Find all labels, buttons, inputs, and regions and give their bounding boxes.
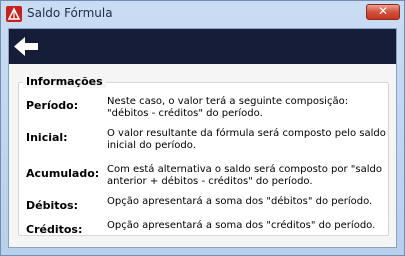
close-button[interactable]: ✕ [366, 4, 400, 20]
info-group-title: Informações [23, 75, 106, 88]
dialog-content: Informações Período: Neste caso, o valor… [8, 28, 397, 248]
close-icon: ✕ [377, 4, 389, 18]
desc-inicial: O valor resultante da fórmula será compo… [107, 128, 386, 151]
desc-creditos: Opção apresentará a soma dos "créditos" … [107, 220, 376, 231]
app-logo-icon [6, 6, 22, 22]
desc-debitos: Opção apresentará a soma dos "débitos" d… [107, 196, 373, 207]
window-title: Saldo Fórmula [27, 6, 113, 20]
label-periodo: Período: [26, 99, 79, 112]
label-debitos: Débitos: [26, 199, 78, 212]
nav-bar [9, 29, 396, 64]
dialog-window: Saldo Fórmula ✕ Informações Período: Nes… [0, 0, 405, 256]
label-creditos: Créditos: [26, 223, 83, 236]
back-button[interactable] [11, 34, 41, 59]
title-bar[interactable]: Saldo Fórmula ✕ [1, 1, 404, 28]
desc-acumulado: Com está alternativa o saldo será compos… [107, 164, 382, 187]
arrow-left-icon [14, 37, 38, 56]
label-acumulado: Acumulado: [26, 167, 100, 180]
label-inicial: Inicial: [26, 131, 68, 144]
desc-periodo: Neste caso, o valor terá a seguinte comp… [107, 96, 349, 119]
